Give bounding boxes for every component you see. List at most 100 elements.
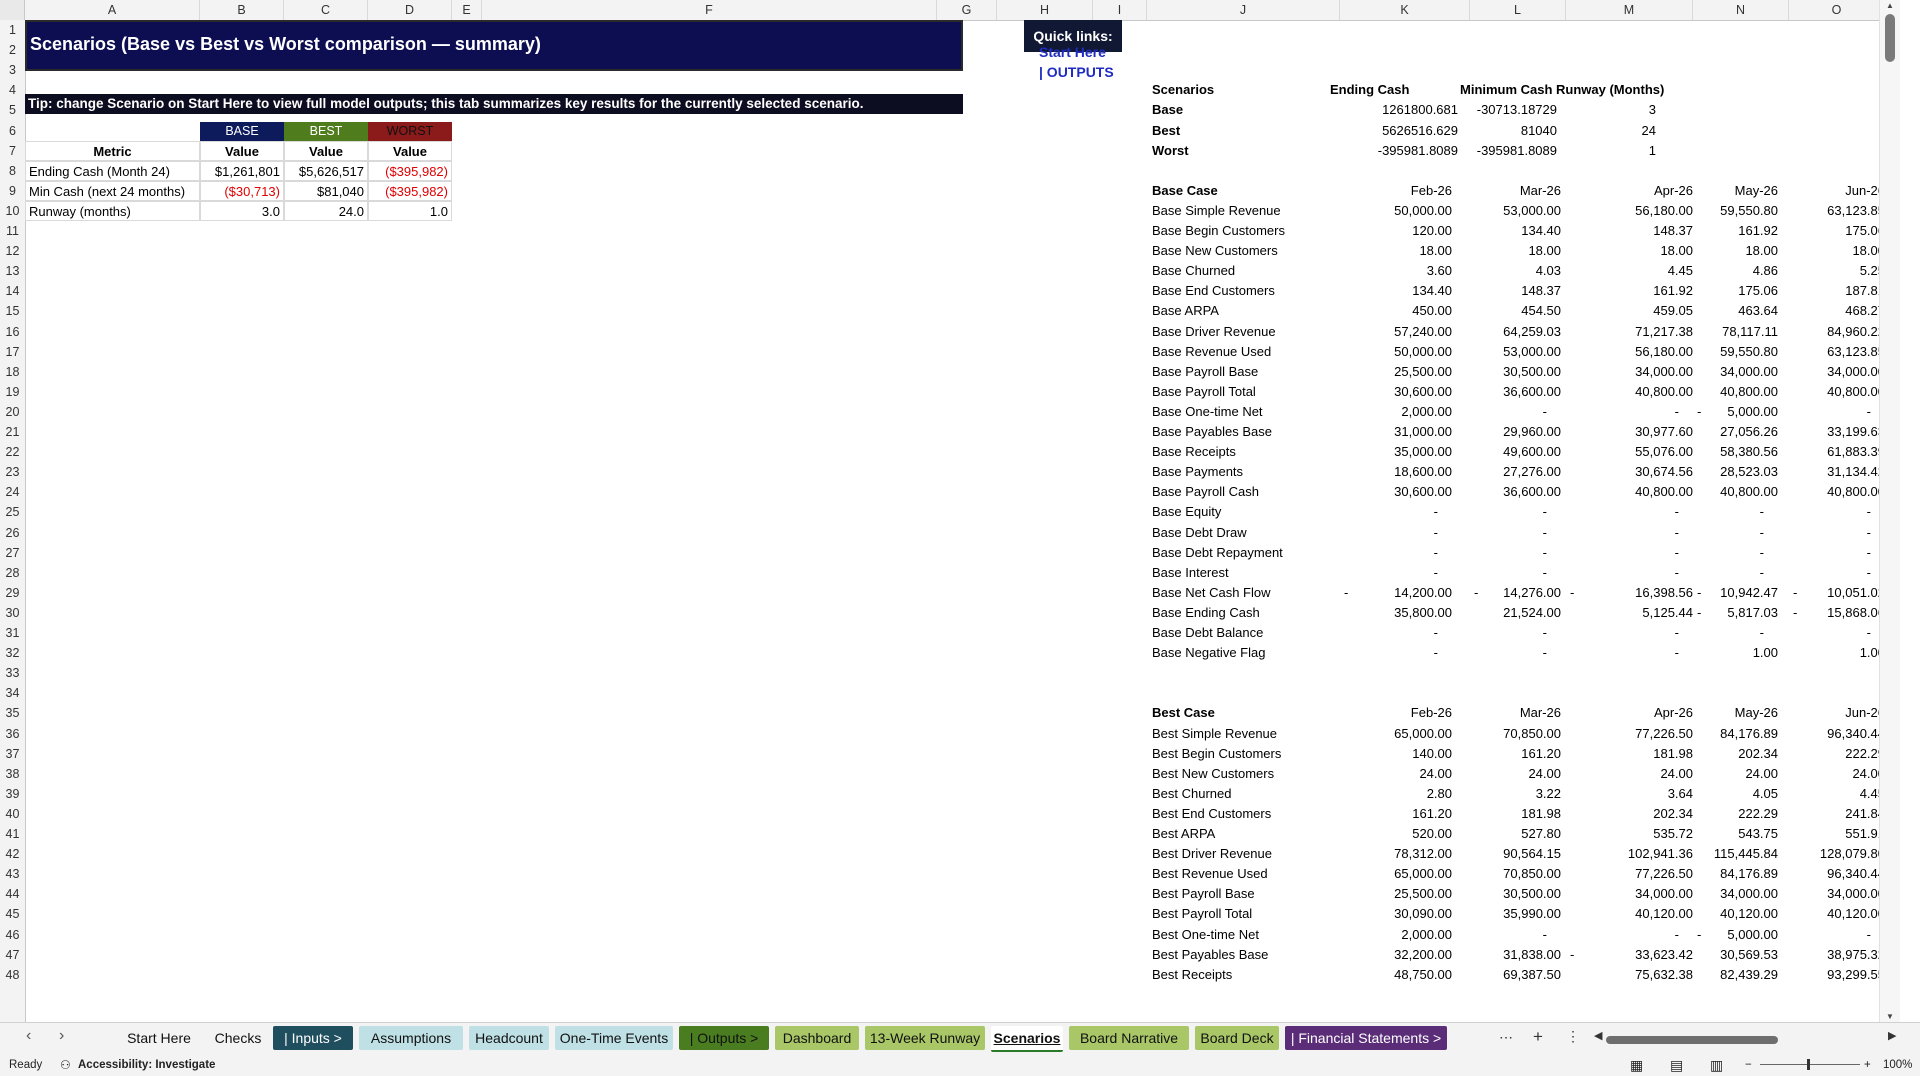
value-cell[interactable]: 40,800.00 xyxy=(1693,482,1778,502)
value-cell[interactable]: 10,051.02 xyxy=(1789,583,1885,603)
scenario-value[interactable]: 5626516.629 xyxy=(1330,121,1458,141)
tab-outputs[interactable]: | Outputs > xyxy=(679,1026,769,1050)
value-cell[interactable]: 161.92 xyxy=(1693,221,1778,241)
summary-value-cell[interactable]: $1,261,801 xyxy=(200,160,284,181)
value-cell[interactable]: - xyxy=(1789,402,1885,422)
summary-value-cell[interactable]: $81,040 xyxy=(284,180,368,201)
row-header-16[interactable]: 16 xyxy=(0,322,25,342)
row-header-3[interactable]: 3 xyxy=(0,60,25,80)
value-cell[interactable]: - xyxy=(1566,643,1693,663)
value-cell[interactable]: 463.64 xyxy=(1693,301,1778,321)
value-cell[interactable]: - xyxy=(1340,523,1452,543)
tab-financial-statements[interactable]: | Financial Statements > xyxy=(1285,1026,1447,1050)
row-header-27[interactable]: 27 xyxy=(0,543,25,563)
value-cell[interactable]: 5,125.44 xyxy=(1566,603,1693,623)
value-cell[interactable]: 28,523.03 xyxy=(1693,462,1778,482)
row-header-31[interactable]: 31 xyxy=(0,623,25,643)
row-header-35[interactable]: 35 xyxy=(0,703,25,723)
spreadsheet-grid[interactable]: ABCDEFGHIJKLMNOP 12345678910111213141516… xyxy=(0,0,1900,1022)
column-header-f[interactable]: F xyxy=(482,0,937,20)
summary-value-cell[interactable]: ($395,982) xyxy=(368,180,452,201)
value-cell[interactable]: 56,180.00 xyxy=(1566,342,1693,362)
column-header-l[interactable]: L xyxy=(1470,0,1566,20)
value-cell[interactable]: 115,445.84 xyxy=(1693,844,1778,864)
row-header-34[interactable]: 34 xyxy=(0,683,25,703)
row-label[interactable]: Best Payables Base xyxy=(1152,945,1268,965)
column-header-e[interactable]: E xyxy=(452,0,482,20)
column-header-g[interactable]: G xyxy=(937,0,997,20)
value-cell[interactable]: - xyxy=(1340,643,1452,663)
row-header-4[interactable]: 4 xyxy=(0,80,25,100)
scroll-up-icon[interactable]: ▲ xyxy=(1886,1,1894,10)
value-cell[interactable]: 70,850.00 xyxy=(1470,724,1561,744)
summary-metric-label[interactable]: Runway (months) xyxy=(25,200,200,221)
value-cell[interactable]: 31,000.00 xyxy=(1340,422,1452,442)
tab-start-here[interactable]: Start Here xyxy=(115,1026,203,1050)
value-cell[interactable]: - xyxy=(1340,623,1452,643)
row-header-14[interactable]: 14 xyxy=(0,281,25,301)
value-cell[interactable]: 34,000.00 xyxy=(1693,362,1778,382)
row-header-9[interactable]: 9 xyxy=(0,181,25,201)
row-header-30[interactable]: 30 xyxy=(0,603,25,623)
row-label[interactable]: Best Churned xyxy=(1152,784,1232,804)
value-cell[interactable]: 48,750.00 xyxy=(1340,965,1452,985)
value-cell[interactable]: 82,439.29 xyxy=(1693,965,1778,985)
row-header-33[interactable]: 33 xyxy=(0,663,25,683)
value-cell[interactable]: 65,000.00 xyxy=(1340,864,1452,884)
row-header-17[interactable]: 17 xyxy=(0,342,25,362)
value-cell[interactable]: 30,600.00 xyxy=(1340,382,1452,402)
tab-scenarios[interactable]: Scenarios xyxy=(991,1026,1063,1052)
value-cell[interactable]: 35,990.00 xyxy=(1470,904,1561,924)
summary-metric-label[interactable]: Ending Cash (Month 24) xyxy=(25,160,200,181)
value-cell[interactable]: 36,600.00 xyxy=(1470,382,1561,402)
column-header-m[interactable]: M xyxy=(1566,0,1693,20)
scenario-value[interactable]: -30713.18729 xyxy=(1460,100,1557,120)
row-label[interactable]: Best End Customers xyxy=(1152,804,1271,824)
row-header-45[interactable]: 45 xyxy=(0,904,25,924)
value-cell[interactable]: 161.92 xyxy=(1566,281,1693,301)
value-cell[interactable]: 241.84 xyxy=(1789,804,1885,824)
accessibility-status[interactable]: Accessibility: Investigate xyxy=(78,1054,215,1076)
row-header-42[interactable]: 42 xyxy=(0,844,25,864)
value-cell[interactable]: 535.72 xyxy=(1566,824,1693,844)
row-header-5[interactable]: 5 xyxy=(0,100,25,120)
row-header-26[interactable]: 26 xyxy=(0,523,25,543)
value-cell[interactable]: 4.45 xyxy=(1566,261,1693,281)
value-cell[interactable]: 53,000.00 xyxy=(1470,201,1561,221)
value-cell[interactable]: 14,276.00 xyxy=(1470,583,1561,603)
row-header-22[interactable]: 22 xyxy=(0,442,25,462)
value-cell[interactable]: 2,000.00 xyxy=(1340,402,1452,422)
row-header-24[interactable]: 24 xyxy=(0,482,25,502)
row-header-25[interactable]: 25 xyxy=(0,502,25,522)
value-cell[interactable]: 120.00 xyxy=(1340,221,1452,241)
value-cell[interactable]: 32,200.00 xyxy=(1340,945,1452,965)
value-cell[interactable]: 14,200.00 xyxy=(1340,583,1452,603)
value-cell[interactable]: 18.00 xyxy=(1693,241,1778,261)
value-cell[interactable]: 55,076.00 xyxy=(1566,442,1693,462)
row-header-20[interactable]: 20 xyxy=(0,402,25,422)
value-cell[interactable]: - xyxy=(1693,543,1778,563)
value-cell[interactable]: 34,000.00 xyxy=(1566,362,1693,382)
scenario-value[interactable]: 24 xyxy=(1556,121,1656,141)
value-cell[interactable]: 30,674.56 xyxy=(1566,462,1693,482)
row-label[interactable]: Base Payroll Base xyxy=(1152,362,1258,382)
value-cell[interactable]: - xyxy=(1470,925,1561,945)
value-cell[interactable]: - xyxy=(1470,402,1561,422)
tab-assumptions[interactable]: Assumptions xyxy=(359,1026,463,1050)
value-cell[interactable]: 40,120.00 xyxy=(1693,904,1778,924)
value-cell[interactable]: 202.34 xyxy=(1693,744,1778,764)
row-label[interactable]: Base Debt Repayment xyxy=(1152,543,1283,563)
row-header-48[interactable]: 48 xyxy=(0,965,25,985)
value-cell[interactable]: 40,800.00 xyxy=(1566,382,1693,402)
column-header-i[interactable]: I xyxy=(1093,0,1147,20)
value-cell[interactable]: 77,226.50 xyxy=(1566,724,1693,744)
title-banner[interactable]: Scenarios (Base vs Best vs Worst compari… xyxy=(25,20,963,71)
row-label[interactable]: Base Payments xyxy=(1152,462,1243,482)
value-cell[interactable]: - xyxy=(1566,523,1693,543)
value-cell[interactable]: 2,000.00 xyxy=(1340,925,1452,945)
value-cell[interactable]: 78,312.00 xyxy=(1340,844,1452,864)
row-label[interactable]: Base One-time Net xyxy=(1152,402,1263,422)
value-cell[interactable]: - xyxy=(1789,543,1885,563)
row-label[interactable]: Base Interest xyxy=(1152,563,1229,583)
column-header-k[interactable]: K xyxy=(1340,0,1470,20)
